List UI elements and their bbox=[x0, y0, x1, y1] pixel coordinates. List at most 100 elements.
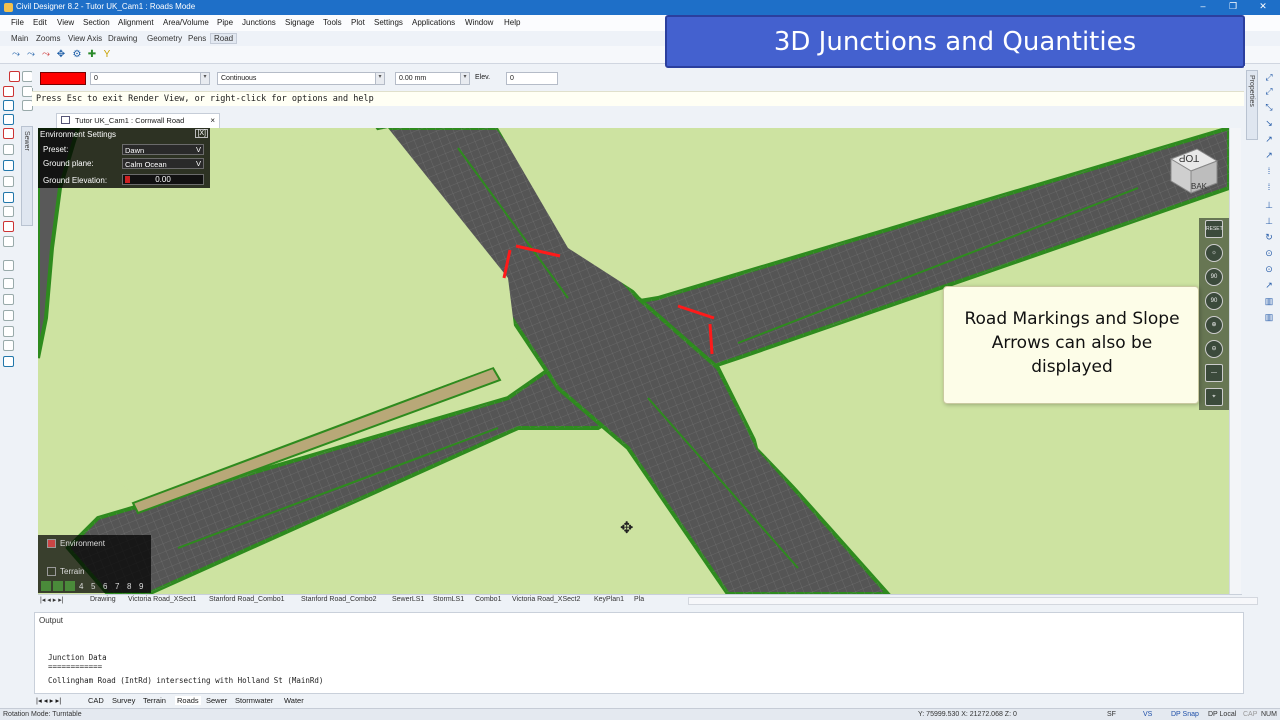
sheet-tab[interactable]: Pla bbox=[634, 596, 644, 603]
tool-icon[interactable] bbox=[3, 294, 14, 305]
tool-icon[interactable]: ⊙ bbox=[1263, 248, 1275, 259]
layer-tab-6[interactable]: 6 bbox=[103, 582, 107, 591]
slider-handle[interactable] bbox=[125, 176, 130, 183]
reset-view-button[interactable]: RESET bbox=[1205, 220, 1223, 238]
tool-icon[interactable]: ⊥ bbox=[1263, 216, 1275, 227]
tool-icon-7[interactable]: Y bbox=[101, 49, 113, 61]
sheet-tab[interactable]: SewerLS1 bbox=[392, 596, 424, 603]
maximize-button[interactable]: ❐ bbox=[1226, 1, 1240, 13]
tool-icon[interactable]: ⊙ bbox=[1263, 264, 1275, 275]
menu-junctions[interactable]: Junctions bbox=[242, 18, 276, 27]
tool-icon[interactable]: ↗ bbox=[1263, 150, 1275, 161]
tool-icon[interactable] bbox=[3, 326, 14, 337]
tab-drawing[interactable]: Drawing bbox=[108, 34, 137, 43]
menu-area-volume[interactable]: Area/Volume bbox=[163, 18, 209, 27]
tab-view-axis[interactable]: View Axis bbox=[68, 34, 102, 43]
rotate-90-left-button[interactable]: 90 bbox=[1205, 268, 1223, 286]
layer-tab-1[interactable] bbox=[41, 581, 51, 591]
sewer-vertical-tab[interactable]: Sewer bbox=[21, 126, 33, 226]
tool-icon[interactable] bbox=[3, 86, 14, 97]
target-icon[interactable]: ⌖ bbox=[1205, 388, 1223, 406]
tool-icon[interactable] bbox=[3, 206, 14, 217]
close-tab-icon[interactable]: × bbox=[210, 116, 215, 125]
linetype-field[interactable]: Continuous bbox=[217, 72, 385, 85]
layer-tab-4[interactable]: 4 bbox=[79, 582, 83, 591]
menu-tools[interactable]: Tools bbox=[323, 18, 342, 27]
output-tab-water[interactable]: Water bbox=[284, 696, 304, 705]
menu-help[interactable]: Help bbox=[504, 18, 520, 27]
tool-icon[interactable] bbox=[3, 114, 14, 125]
menu-window[interactable]: Window bbox=[465, 18, 493, 27]
ground-plane-select[interactable]: Calm Ocean V bbox=[122, 158, 204, 169]
tool-icon[interactable] bbox=[3, 340, 14, 351]
tool-icon[interactable] bbox=[3, 128, 14, 139]
output-nav-icon[interactable]: |◂ ◂ ▸ ▸| bbox=[36, 696, 61, 705]
preset-select[interactable]: Dawn V bbox=[122, 144, 204, 155]
menu-file[interactable]: File bbox=[11, 18, 24, 27]
sheet-tab[interactable]: Victoria Road_XSect2 bbox=[512, 596, 580, 603]
tool-icon[interactable]: ▥ bbox=[1263, 312, 1275, 323]
layer-tab-7[interactable]: 7 bbox=[115, 582, 119, 591]
sheet-tab[interactable]: KeyPlan1 bbox=[594, 596, 624, 603]
menu-applications[interactable]: Applications bbox=[412, 18, 455, 27]
tool-icon[interactable] bbox=[3, 144, 14, 155]
tool-icon[interactable]: ⤢ bbox=[1263, 72, 1275, 83]
output-tab-sewer[interactable]: Sewer bbox=[206, 696, 227, 705]
sheet-tab[interactable]: StormLS1 bbox=[433, 596, 464, 603]
command-line[interactable]: Press Esc to exit Render View, or right-… bbox=[32, 91, 1244, 106]
tool-icon[interactable]: ⁞ bbox=[1263, 166, 1275, 176]
tool-icon-5[interactable]: ⚙ bbox=[71, 49, 83, 61]
tab-main[interactable]: Main bbox=[11, 34, 28, 43]
terrain-checkbox[interactable] bbox=[47, 567, 56, 576]
menu-view[interactable]: View bbox=[57, 18, 74, 27]
tool-icon[interactable] bbox=[3, 176, 14, 187]
vertical-scrollbar[interactable] bbox=[1229, 128, 1241, 594]
output-tab-survey[interactable]: Survey bbox=[112, 696, 135, 705]
sheet-tab[interactable]: Drawing bbox=[90, 596, 116, 603]
close-button[interactable]: ✕ bbox=[1256, 1, 1270, 13]
layer-tab-2[interactable] bbox=[53, 581, 63, 591]
tool-icon[interactable] bbox=[3, 278, 14, 289]
tool-icon[interactable] bbox=[3, 310, 14, 321]
tool-icon[interactable] bbox=[3, 356, 14, 367]
menu-signage[interactable]: Signage bbox=[285, 18, 314, 27]
tool-icon[interactable]: ▥ bbox=[1263, 296, 1275, 307]
pen-color-swatch[interactable] bbox=[40, 72, 86, 85]
sheet-tab[interactable]: Combo1 bbox=[475, 596, 501, 603]
tool-icon-6[interactable]: ✚ bbox=[86, 49, 98, 61]
output-tab-terrain[interactable]: Terrain bbox=[143, 696, 166, 705]
tool-icon-2[interactable]: ⤳ bbox=[25, 49, 37, 61]
tab-road[interactable]: Road bbox=[210, 33, 238, 44]
elevation-field[interactable]: 0 bbox=[506, 72, 558, 85]
layer-tab-3[interactable] bbox=[65, 581, 75, 591]
tool-icon[interactable]: ↘ bbox=[1263, 118, 1275, 129]
view-cube[interactable]: TOP BAK bbox=[1167, 147, 1219, 197]
linetype-dropdown-icon[interactable]: ▾ bbox=[375, 73, 384, 84]
tool-icon[interactable]: ↻ bbox=[1263, 232, 1275, 243]
sheet-nav-icon[interactable]: |◂ ◂ ▸ ▸| bbox=[40, 596, 64, 604]
tool-icon[interactable] bbox=[9, 71, 20, 82]
light-icon[interactable]: ☼ bbox=[1205, 244, 1223, 262]
line-width-field[interactable]: 0.00 mm bbox=[395, 72, 470, 85]
tool-icon[interactable] bbox=[3, 192, 14, 203]
status-vs[interactable]: VS bbox=[1143, 711, 1152, 718]
status-dp-snap[interactable]: DP Snap bbox=[1171, 711, 1199, 718]
sheet-tab[interactable]: Victoria Road_XSect1 bbox=[128, 596, 196, 603]
menu-settings[interactable]: Settings bbox=[374, 18, 403, 27]
environment-checkbox[interactable] bbox=[47, 539, 56, 548]
menu-section[interactable]: Section bbox=[83, 18, 110, 27]
layer-tab-5[interactable]: 5 bbox=[91, 582, 95, 591]
menu-pipe[interactable]: Pipe bbox=[217, 18, 233, 27]
tool-icon[interactable] bbox=[3, 236, 14, 247]
pan-icon[interactable]: — bbox=[1205, 364, 1223, 382]
tool-icon-4[interactable]: ✥ bbox=[55, 49, 67, 61]
tab-pens[interactable]: Pens bbox=[188, 34, 206, 43]
tool-icon[interactable]: ↗ bbox=[1263, 280, 1275, 291]
tab-zooms[interactable]: Zooms bbox=[36, 34, 60, 43]
menu-alignment[interactable]: Alignment bbox=[118, 18, 154, 27]
zoom-out-icon[interactable]: ⊖ bbox=[1205, 340, 1223, 358]
tab-geometry[interactable]: Geometry bbox=[147, 34, 182, 43]
tool-icon[interactable]: ↗ bbox=[1263, 134, 1275, 145]
layer-dropdown-icon[interactable]: ▾ bbox=[200, 73, 209, 84]
width-dropdown-icon[interactable]: ▾ bbox=[460, 73, 469, 84]
